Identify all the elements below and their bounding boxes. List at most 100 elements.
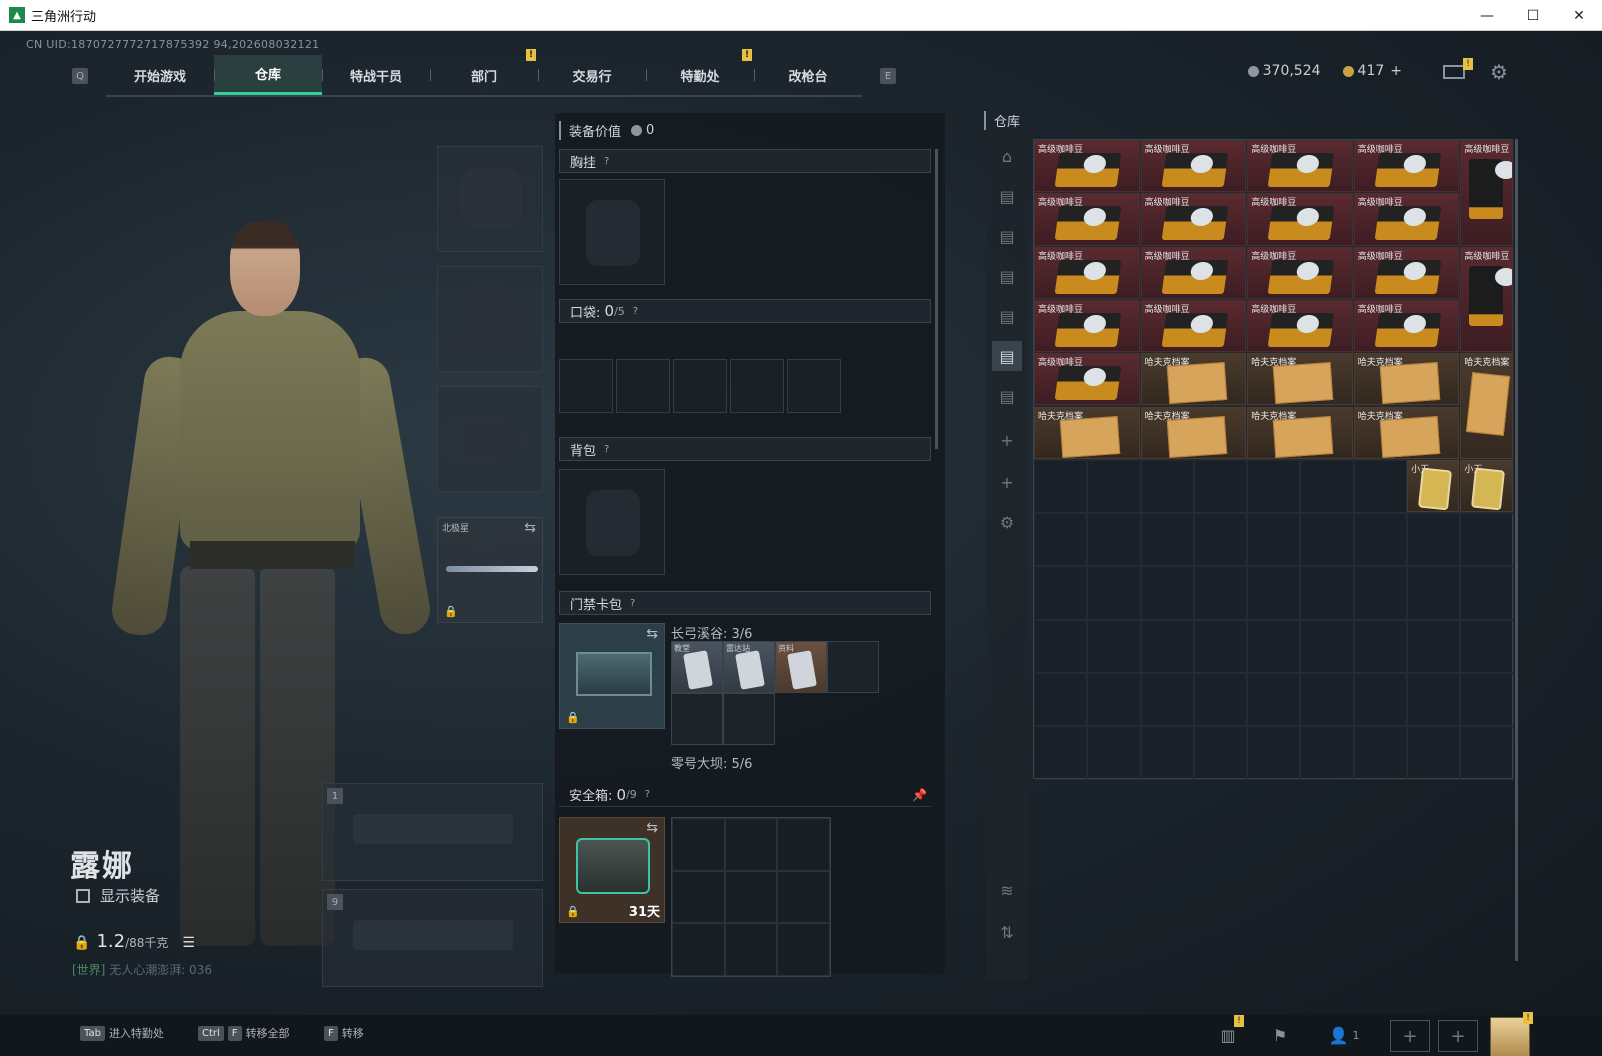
key-slot[interactable]: [827, 641, 879, 693]
warehouse-cell[interactable]: [1140, 619, 1194, 673]
warehouse-item[interactable]: 高级咖啡豆: [1140, 246, 1247, 299]
warehouse-cell[interactable]: [1034, 672, 1088, 727]
warehouse-item[interactable]: 高级咖啡豆: [1247, 193, 1353, 246]
warehouse-item[interactable]: 高级咖啡豆: [1034, 299, 1140, 353]
storage-tab-icon[interactable]: ▤: [992, 381, 1022, 411]
team-icon[interactable]: 👤 1: [1322, 1023, 1366, 1047]
warehouse-cell[interactable]: [1300, 672, 1354, 727]
add-tab-icon[interactable]: +: [992, 425, 1022, 455]
pin-icon[interactable]: 📌: [912, 788, 927, 802]
add-teammate-button[interactable]: +: [1438, 1020, 1478, 1052]
warehouse-item[interactable]: 高级咖啡豆: [1353, 299, 1460, 353]
warehouse-cell[interactable]: [1353, 459, 1408, 514]
key-item[interactable]: 资料: [775, 641, 827, 693]
tab-trade[interactable]: 交易行: [538, 55, 646, 95]
pocket-slot[interactable]: [730, 359, 784, 413]
warehouse-cell[interactable]: [1247, 513, 1301, 567]
warehouse-cell[interactable]: [1460, 672, 1514, 727]
warehouse-item[interactable]: 高级咖啡豆: [1140, 193, 1247, 246]
warehouse-cell[interactable]: [1087, 566, 1141, 620]
helmet-slot[interactable]: [437, 146, 543, 252]
warehouse-cell[interactable]: [1193, 619, 1248, 673]
warehouse-item[interactable]: 高级咖啡豆: [1353, 246, 1460, 299]
secure-slot[interactable]: [777, 818, 830, 871]
key-item[interactable]: 教堂: [671, 641, 723, 693]
warehouse-item[interactable]: 哈夫克档案: [1353, 353, 1460, 406]
stats-icon[interactable]: ▥!: [1216, 1015, 1244, 1047]
warehouse-cell[interactable]: [1140, 566, 1194, 620]
warehouse-cell[interactable]: [1193, 726, 1248, 780]
swap-icon[interactable]: ⇆: [646, 626, 658, 642]
list-icon[interactable]: ☰: [182, 935, 195, 951]
warehouse-item[interactable]: 哈夫克档案: [1460, 353, 1513, 459]
warehouse-cell[interactable]: [1460, 726, 1514, 780]
secure-slot[interactable]: [672, 923, 725, 976]
melee-weapon-slot[interactable]: 北极星 ⇆ 🔒: [437, 517, 543, 623]
secure-slot[interactable]: [777, 870, 830, 924]
warehouse-item[interactable]: 高级咖啡豆: [1353, 140, 1460, 193]
warehouse-item[interactable]: 高级咖啡豆: [1034, 140, 1140, 193]
warehouse-cell[interactable]: [1300, 726, 1354, 780]
layers-icon[interactable]: ≋: [992, 875, 1022, 905]
warehouse-item[interactable]: 哈夫克档案: [1247, 353, 1353, 406]
warehouse-cell[interactable]: [1407, 619, 1461, 673]
secure-slot[interactable]: [672, 870, 725, 924]
mail-icon[interactable]: !: [1443, 58, 1473, 79]
warehouse-cell[interactable]: [1407, 566, 1461, 620]
secure-container-slot[interactable]: ⇆ 🔒 31天: [559, 817, 665, 923]
add-teammate-button[interactable]: +: [1390, 1020, 1430, 1052]
warehouse-item[interactable]: 高级咖啡豆: [1353, 193, 1460, 246]
warehouse-item[interactable]: 高级咖啡豆: [1247, 246, 1353, 299]
warehouse-item[interactable]: 高级咖啡豆: [1460, 140, 1513, 246]
hint-enter-special-ops[interactable]: Tab 进入特勤处: [80, 1025, 164, 1041]
warehouse-cell[interactable]: [1087, 459, 1141, 514]
help-icon[interactable]: ?: [630, 598, 635, 609]
warehouse-cell[interactable]: [1353, 726, 1408, 780]
warehouse-cell[interactable]: [1460, 513, 1514, 567]
warehouse-cell[interactable]: [1460, 619, 1514, 673]
primary-weapon-slot-2[interactable]: 9: [322, 889, 543, 987]
storage-tab-icon[interactable]: ▤: [992, 261, 1022, 291]
warehouse-cell[interactable]: [1247, 566, 1301, 620]
add-currency-button[interactable]: +: [1390, 63, 1402, 79]
warehouse-cell[interactable]: [1034, 566, 1088, 620]
warehouse-cell[interactable]: [1087, 726, 1141, 780]
world-chat[interactable]: [世界] 无人心潮澎湃: 036: [72, 961, 212, 978]
tab-department[interactable]: 部门!: [430, 49, 538, 95]
warehouse-item[interactable]: 高级咖啡豆: [1140, 299, 1247, 353]
warehouse-item[interactable]: 高级咖啡豆: [1034, 193, 1140, 246]
warehouse-cell[interactable]: [1247, 726, 1301, 780]
storage-tab-icon[interactable]: ▤: [992, 341, 1022, 371]
secure-slot[interactable]: [672, 818, 725, 871]
help-icon[interactable]: ?: [633, 306, 638, 317]
pocket-slot[interactable]: [787, 359, 841, 413]
settings-icon[interactable]: ⚙: [992, 507, 1022, 537]
warehouse-item[interactable]: 哈夫克档案: [1247, 406, 1353, 459]
warehouse-cell[interactable]: [1247, 672, 1301, 727]
warehouse-cell[interactable]: [1140, 459, 1194, 514]
tab-gunsmith[interactable]: 改枪台: [754, 55, 862, 95]
tab-start-game[interactable]: 开始游戏: [106, 55, 214, 95]
warehouse-cell[interactable]: [1353, 619, 1408, 673]
flag-icon[interactable]: ⚑: [1268, 1023, 1292, 1047]
warehouse-cell[interactable]: [1300, 459, 1354, 514]
swap-icon[interactable]: ⇆: [524, 520, 536, 536]
help-icon[interactable]: ?: [604, 156, 609, 167]
secure-slot[interactable]: [724, 818, 778, 871]
tab-warehouse[interactable]: 仓库: [214, 55, 322, 95]
warehouse-item[interactable]: 哈夫克档案: [1353, 406, 1460, 459]
warehouse-cell[interactable]: [1353, 513, 1408, 567]
warehouse-cell[interactable]: [1087, 619, 1141, 673]
warehouse-cell[interactable]: [1300, 513, 1354, 567]
key-item[interactable]: 雷达站: [723, 641, 775, 693]
key-slot[interactable]: [671, 693, 723, 745]
warehouse-cell[interactable]: [1193, 459, 1248, 514]
hint-transfer[interactable]: F 转移: [324, 1025, 364, 1041]
warehouse-item[interactable]: 小王: [1407, 459, 1460, 513]
warehouse-cell[interactable]: [1193, 513, 1248, 567]
player-avatar[interactable]: !: [1490, 1012, 1533, 1056]
pocket-slot[interactable]: [616, 359, 670, 413]
help-icon[interactable]: ?: [604, 444, 609, 455]
warehouse-item[interactable]: 高级咖啡豆: [1140, 140, 1247, 193]
warehouse-cell[interactable]: [1407, 726, 1461, 780]
